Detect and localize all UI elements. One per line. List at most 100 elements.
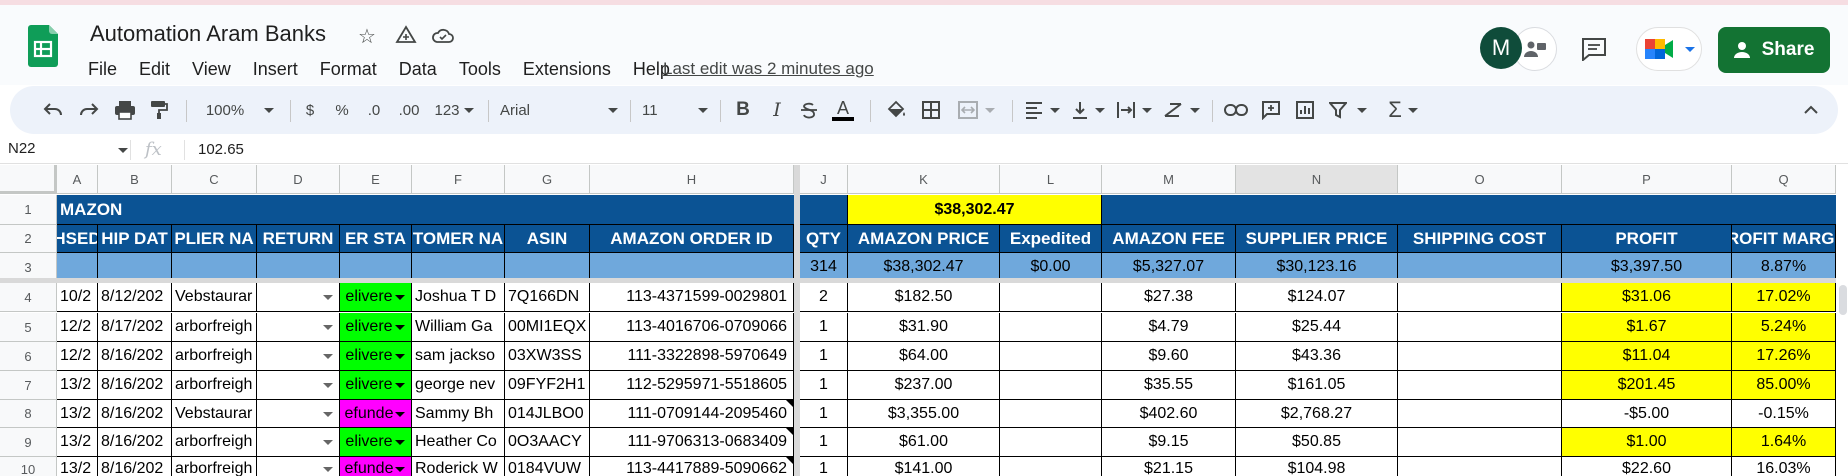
valign-icon[interactable] xyxy=(1068,96,1108,124)
cell-n8[interactable]: $2,768.27 xyxy=(1236,400,1398,428)
cell-e7[interactable]: elivere xyxy=(340,371,412,400)
column-header-a[interactable]: A xyxy=(57,165,98,194)
column-header-d[interactable]: D xyxy=(257,165,340,194)
chevron-down-icon[interactable] xyxy=(323,467,333,472)
cell-o8[interactable] xyxy=(1398,400,1562,428)
cell-k7[interactable]: $237.00 xyxy=(848,371,1000,400)
cell-j7[interactable]: 1 xyxy=(800,371,848,400)
row-header-9[interactable]: 9 xyxy=(0,428,57,457)
cell-l6[interactable] xyxy=(1000,342,1102,371)
row-header-4[interactable]: 4 xyxy=(0,283,57,312)
cell-d8[interactable] xyxy=(257,400,340,428)
cell-c7[interactable]: arborfreigh xyxy=(172,371,257,400)
cell-l8[interactable] xyxy=(1000,400,1102,428)
menu-insert[interactable]: Insert xyxy=(253,55,307,84)
menu-tools[interactable]: Tools xyxy=(459,55,510,84)
column-header-k[interactable]: K xyxy=(848,165,1000,194)
cell-k9[interactable]: $61.00 xyxy=(848,428,1000,457)
cell-g6[interactable]: 03XW3SS xyxy=(505,342,590,371)
column-title-m[interactable]: AMAZON FEE xyxy=(1102,225,1236,253)
chevron-down-icon[interactable] xyxy=(395,325,405,330)
column-header-j[interactable]: J xyxy=(800,165,848,194)
cell-g4[interactable]: 7Q166DN xyxy=(505,283,590,312)
link-icon[interactable] xyxy=(1222,96,1250,124)
column-title-f[interactable]: TOMER NA xyxy=(412,225,505,253)
fill-color-icon[interactable] xyxy=(882,96,910,124)
cell-a9[interactable]: 13/2 xyxy=(57,428,98,457)
cell-q9[interactable]: 1.64% xyxy=(1732,428,1836,457)
paint-format-icon[interactable] xyxy=(146,96,172,124)
collapse-icon[interactable] xyxy=(1798,96,1824,124)
frozen-row-divider[interactable] xyxy=(0,278,1836,283)
sheets-logo[interactable] xyxy=(28,25,58,67)
font-family-select[interactable]: Arial xyxy=(500,96,618,124)
cell-h6[interactable]: 111-3322898-5970649 xyxy=(590,342,794,371)
cell-m5[interactable]: $4.79 xyxy=(1102,313,1236,342)
wrap-icon[interactable] xyxy=(1114,96,1154,124)
column-header-b[interactable]: B xyxy=(98,165,172,194)
cell-g7[interactable]: 09FYF2H1 xyxy=(505,371,590,400)
cell-e6[interactable]: elivere xyxy=(340,342,412,371)
cell-q4[interactable]: 17.02% xyxy=(1732,283,1836,312)
cell-h4[interactable]: 113-4371599-0029801 xyxy=(590,283,794,312)
row-header-7[interactable]: 7 xyxy=(0,371,57,400)
star-icon[interactable]: ☆ xyxy=(354,23,380,49)
move-to-drive-icon[interactable] xyxy=(393,23,419,49)
row-header-1[interactable]: 1 xyxy=(0,195,57,225)
header-band-right[interactable] xyxy=(1102,195,1836,225)
row-header-8[interactable]: 8 xyxy=(0,400,57,428)
cell-p8[interactable]: -$5.00 xyxy=(1562,400,1732,428)
cell-n6[interactable]: $43.36 xyxy=(1236,342,1398,371)
column-title-n[interactable]: SUPPLIER PRICE xyxy=(1236,225,1398,253)
cell-p10[interactable]: $22.60 xyxy=(1562,457,1732,476)
cell-m9[interactable]: $9.15 xyxy=(1102,428,1236,457)
select-all-corner[interactable] xyxy=(0,165,57,194)
cell-j8[interactable]: 1 xyxy=(800,400,848,428)
currency-format-button[interactable]: $ xyxy=(298,96,322,124)
column-title-a[interactable]: HSED xyxy=(57,225,98,253)
functions-icon[interactable]: Σ xyxy=(1382,96,1424,124)
cell-b9[interactable]: 8/16/202 xyxy=(98,428,172,457)
cell-d7[interactable] xyxy=(257,371,340,400)
cell-h5[interactable]: 113-4016706-0709066 xyxy=(590,313,794,342)
cell-g10[interactable]: 0184VUW xyxy=(505,457,590,476)
cell-e9[interactable]: elivere xyxy=(340,428,412,457)
row-header-5[interactable]: 5 xyxy=(0,313,57,342)
cell-g9[interactable]: 0O3AACY xyxy=(505,428,590,457)
cell-b10[interactable]: 8/16/202 xyxy=(98,457,172,476)
cell-b4[interactable]: 8/12/202 xyxy=(98,283,172,312)
menu-format[interactable]: Format xyxy=(320,55,386,84)
column-header-e[interactable]: E xyxy=(340,165,412,194)
text-color-button[interactable]: A xyxy=(828,96,858,124)
column-header-g[interactable]: G xyxy=(505,165,590,194)
column-title-k[interactable]: AMAZON PRICE xyxy=(848,225,1000,253)
cell-m7[interactable]: $35.55 xyxy=(1102,371,1236,400)
spreadsheet-grid[interactable]: A B C D E F G H J K L M N O P Q 1 2 3 4 5 6 7 8 9 10 MAZON $38,302.… xyxy=(0,165,1848,476)
cell-k6[interactable]: $64.00 xyxy=(848,342,1000,371)
menu-data[interactable]: Data xyxy=(399,55,446,84)
cell-e5[interactable]: elivere xyxy=(340,313,412,342)
chevron-down-icon[interactable] xyxy=(323,295,333,300)
cell-o9[interactable] xyxy=(1398,428,1562,457)
zoom-select[interactable]: 100% xyxy=(200,96,280,124)
cell-d10[interactable] xyxy=(257,457,340,476)
decrease-decimal-button[interactable]: .0 xyxy=(360,96,388,124)
cell-b7[interactable]: 8/16/202 xyxy=(98,371,172,400)
cell-a4[interactable]: 10/2 xyxy=(57,283,98,312)
chevron-down-icon[interactable] xyxy=(395,383,405,388)
percent-format-button[interactable]: % xyxy=(330,96,354,124)
chevron-down-icon[interactable] xyxy=(395,440,405,445)
chevron-down-icon[interactable] xyxy=(395,467,405,472)
column-header-c[interactable]: C xyxy=(172,165,257,194)
cell-j6[interactable]: 1 xyxy=(800,342,848,371)
scrollbar-thumb[interactable] xyxy=(1839,285,1847,315)
total-amazon-price-cell[interactable]: $38,302.47 xyxy=(848,195,1102,225)
meet-button[interactable] xyxy=(1636,27,1702,71)
column-title-d[interactable]: RETURN xyxy=(257,225,340,253)
column-header-h[interactable]: H xyxy=(590,165,794,194)
column-title-g[interactable]: ASIN xyxy=(505,225,590,253)
cell-k10[interactable]: $141.00 xyxy=(848,457,1000,476)
cell-l4[interactable] xyxy=(1000,283,1102,312)
cell-m6[interactable]: $9.60 xyxy=(1102,342,1236,371)
chevron-down-icon[interactable] xyxy=(323,411,333,417)
